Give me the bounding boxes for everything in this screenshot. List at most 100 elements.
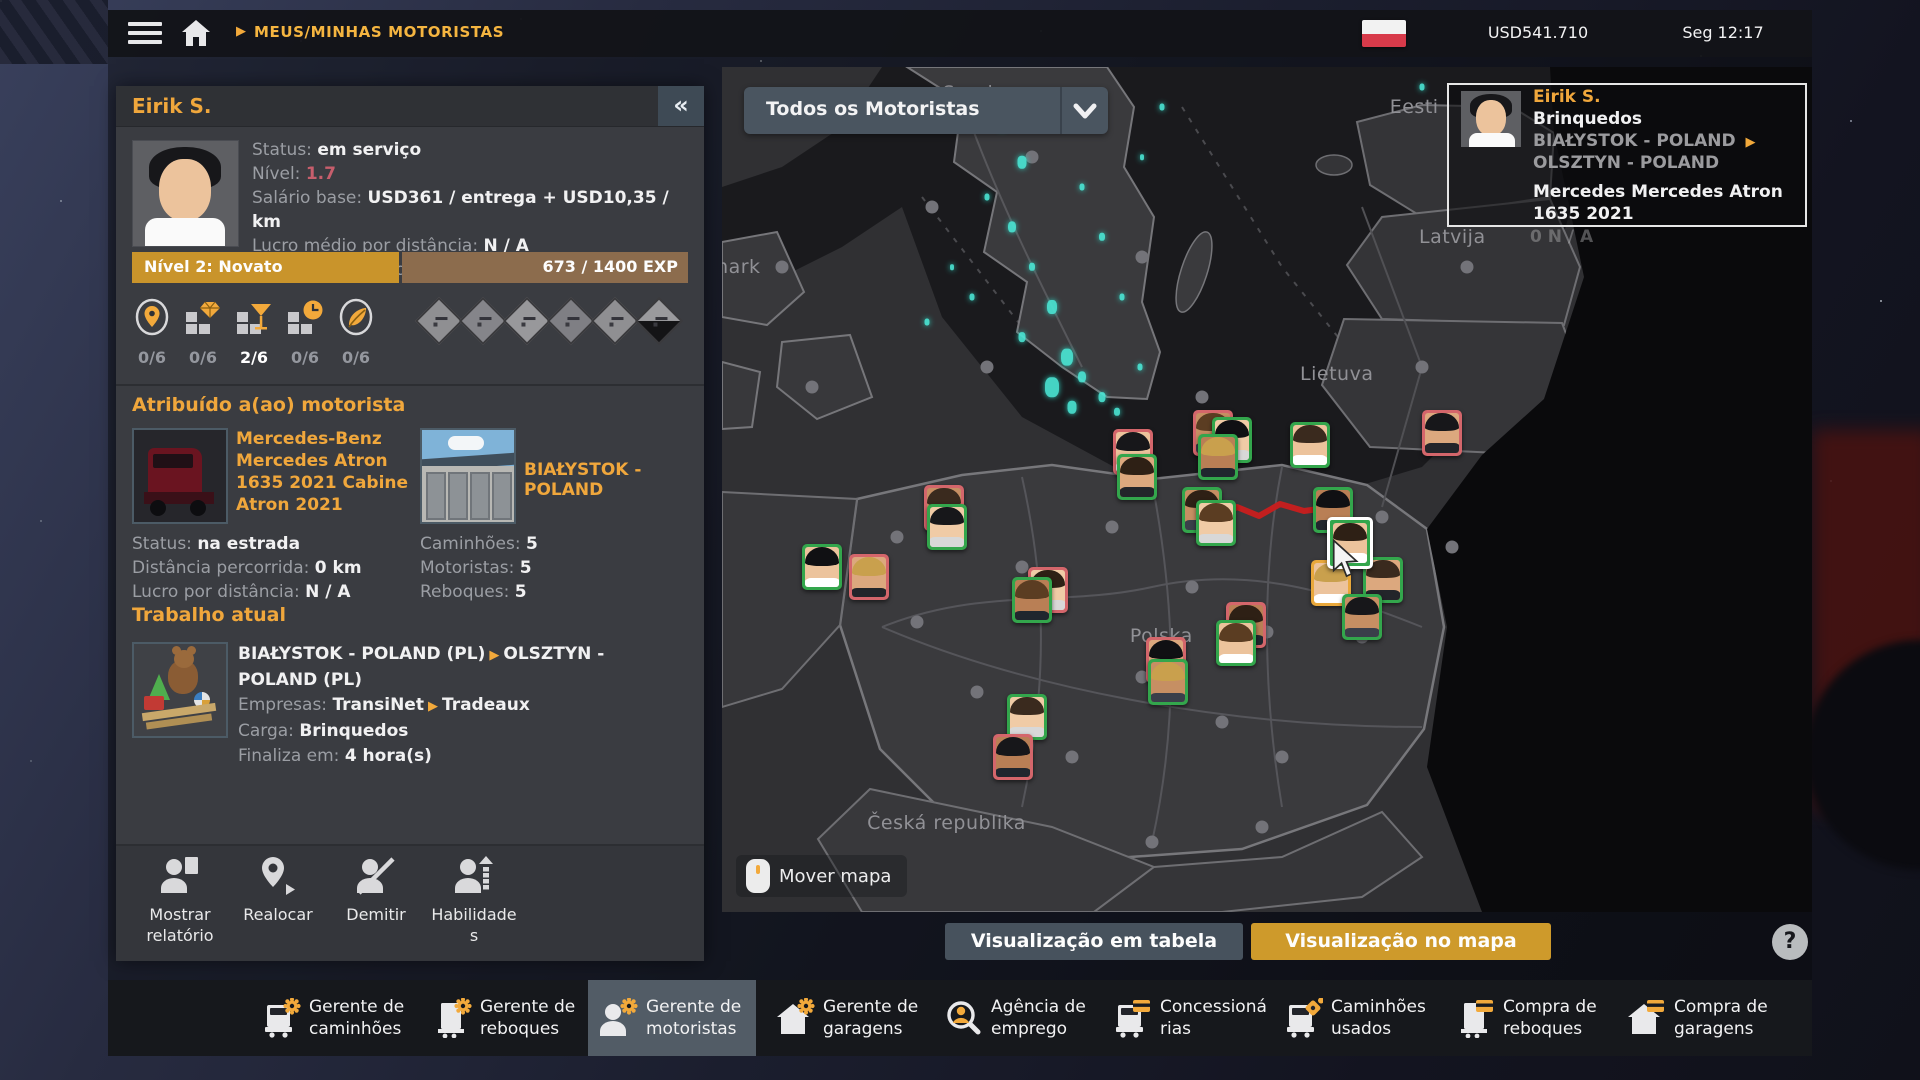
truck-thumbnail[interactable] (132, 428, 228, 524)
marker-photo (1010, 697, 1044, 737)
dismiss-button[interactable]: Demitir (328, 854, 424, 925)
money-balance: USD541.710 (1438, 23, 1638, 42)
adr-explosives-icon[interactable] (415, 297, 463, 345)
adr-oxidizers-icon[interactable] (547, 297, 595, 345)
driver-marker-green[interactable] (1198, 434, 1238, 480)
skill-count: 0/6 (130, 348, 174, 367)
nav-job-agency[interactable]: Agência deemprego (933, 980, 1101, 1056)
action-label: Realocar (230, 904, 326, 925)
stat-row: Distância percorrida: 0 km (132, 556, 402, 580)
person-search-icon (943, 998, 983, 1038)
stat-value: 5 (526, 534, 538, 554)
skill-long-distance[interactable]: 0/6 (130, 296, 174, 367)
stat-label: Status: (132, 534, 197, 554)
house-icon (1626, 998, 1666, 1038)
home-icon[interactable] (180, 18, 212, 52)
detail-row: Nível: 1.7 (252, 162, 692, 186)
nav-garage-purchase[interactable]: Compra degaragens (1616, 980, 1784, 1056)
garage-thumbnail[interactable] (420, 428, 516, 524)
help-button[interactable]: ? (1772, 924, 1808, 960)
chevron-down-icon[interactable] (1060, 87, 1108, 134)
city-dot (1446, 541, 1459, 554)
driver-tooltip: Eirik S. Brinquedos BIAŁYSTOK - POLAND ▶… (1447, 83, 1807, 227)
nav-dealerships[interactable]: Concessionárias (1102, 980, 1270, 1056)
driver-marker-green[interactable] (1012, 577, 1052, 623)
discovered-road-dot (925, 319, 930, 326)
marker-photo (1345, 597, 1379, 637)
driver-photo (132, 140, 239, 247)
stat-value: N / A (305, 582, 350, 602)
menu-icon[interactable] (128, 22, 162, 45)
city-dot (1136, 251, 1149, 264)
company-arrow-icon: ▶ (424, 699, 442, 714)
marker-photo (1015, 580, 1049, 620)
assigned-heading: Atribuído a(ao) motorista (132, 394, 405, 416)
nav-used-trucks[interactable]: Caminhõesusados (1273, 980, 1441, 1056)
driver-marker-green[interactable] (1196, 500, 1236, 546)
table-view-button[interactable]: Visualização em tabela (945, 923, 1243, 960)
driver-marker-red[interactable] (849, 554, 889, 600)
map-label: mark (722, 256, 761, 278)
discovered-road-dot (1018, 156, 1027, 169)
relocate-button[interactable]: Realocar (230, 854, 326, 925)
driver-marker-green[interactable] (1117, 454, 1157, 500)
cargo-thumbnail (132, 642, 228, 738)
driver-marker-green[interactable] (1216, 620, 1256, 666)
driver-marker-green[interactable] (927, 504, 967, 550)
companies-label: Empresas: (238, 695, 327, 715)
driver-marker-green[interactable] (1290, 422, 1330, 468)
truck-icon (1112, 998, 1152, 1038)
discovered-road-dot (1008, 221, 1016, 232)
discovered-road-dot (985, 194, 990, 201)
move-map-hint: Mover mapa (736, 855, 907, 897)
driver-marker-green[interactable] (802, 544, 842, 590)
discovered-road-dot (1029, 263, 1035, 271)
discovered-road-dot (950, 264, 954, 270)
experience-bar: Nível 2: Novato 673 / 1400 EXP (132, 252, 688, 283)
adr-gases-icon[interactable] (459, 297, 507, 345)
discovered-road-dot (1061, 349, 1073, 366)
tooltip-cargo: Brinquedos (1533, 109, 1642, 129)
finish-value: 4 hora(s) (345, 746, 432, 766)
skill-urgent[interactable]: 0/6 (283, 296, 327, 367)
skill-count: 2/6 (232, 348, 276, 367)
driver-marker-selected[interactable] (1327, 517, 1373, 569)
poland-flag-icon (1362, 20, 1406, 47)
adr-flammable-liquids-icon[interactable] (503, 297, 551, 345)
adr-corrosives-icon[interactable] (635, 297, 683, 345)
skill-high-value[interactable]: 0/6 (181, 296, 225, 367)
tooltip-route-to: OLSZTYN - POLAND (1533, 153, 1719, 173)
nav-driver-manager[interactable]: Gerente demotoristas (588, 980, 756, 1056)
stat-value: 5 (520, 558, 532, 578)
skill-count: 0/6 (334, 348, 378, 367)
driver-marker-green[interactable] (1148, 659, 1188, 705)
garage-name[interactable]: BIAŁYSTOK - POLAND (524, 460, 694, 500)
adr-poison-icon[interactable] (591, 297, 639, 345)
driver-marker-green[interactable] (1342, 594, 1382, 640)
nav-truck-manager[interactable]: Gerente decaminhões (251, 980, 419, 1056)
management-nav-bar: Gerente decaminhõesGerente dereboquesGer… (108, 980, 1812, 1056)
driver-marker-red[interactable] (1422, 410, 1462, 456)
driver-marker-green[interactable] (1007, 694, 1047, 740)
driver-marker-red[interactable] (993, 734, 1033, 780)
skill-eco[interactable]: 0/6 (334, 296, 378, 367)
collapse-panel-button[interactable]: « (658, 86, 704, 126)
nav-garage-manager[interactable]: Gerente degaragens (765, 980, 933, 1056)
map-view-button[interactable]: Visualização no mapa (1251, 923, 1551, 960)
panel-header: Eirik S. « (116, 86, 704, 127)
action-label: Habilidades (426, 904, 522, 946)
city-dot (1026, 151, 1039, 164)
skills-button[interactable]: Habilidades (426, 854, 522, 946)
trailer-icon (432, 998, 472, 1038)
truck-name[interactable]: Mercedes-Benz Mercedes Atron 1635 2021 C… (236, 428, 412, 516)
nav-trailer-manager[interactable]: Gerente dereboques (422, 980, 590, 1056)
skill-fragile[interactable]: 2/6 (232, 296, 276, 367)
job-companies: Empresas: TransiNet▶Tradeaux (238, 693, 688, 719)
show-report-button[interactable]: Mostrarrelatório (132, 854, 228, 946)
driver-filter-dropdown[interactable]: Todos os Motoristas (744, 87, 1108, 134)
cargo-value: Brinquedos (299, 721, 408, 741)
tooltip-truck: Mercedes Mercedes Atron 1635 2021 (1533, 181, 1795, 225)
nav-trailer-purchase[interactable]: Compra dereboques (1445, 980, 1613, 1056)
truck-stats: Status: na estradaDistância percorrida: … (132, 532, 402, 604)
game-time: Seg 12:17 (1653, 23, 1793, 42)
